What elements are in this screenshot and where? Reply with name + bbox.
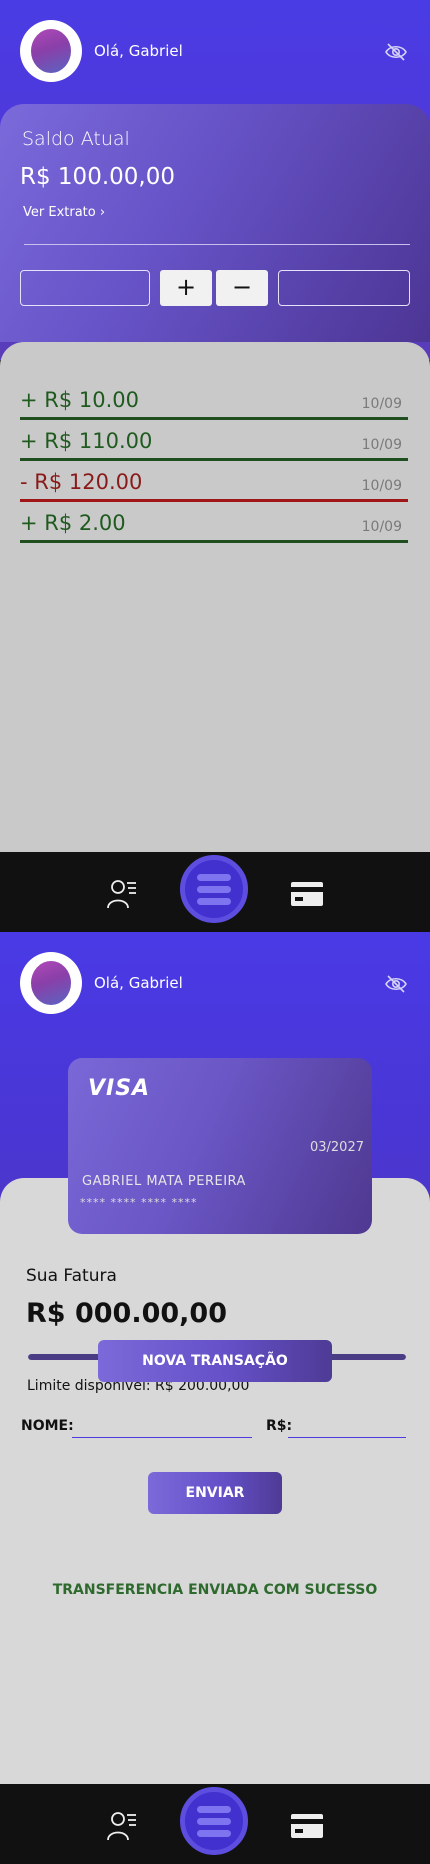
transactions-sheet: + R$ 10.00 10/09 + R$ 110.00 10/09 - R$ … xyxy=(0,342,430,852)
invoice-sheet: Sua Fatura R$ 000.00,00 Limite disponíve… xyxy=(0,1178,430,1784)
list-item[interactable]: + R$ 2.00 10/09 xyxy=(20,507,408,543)
amount-input-left[interactable] xyxy=(20,270,150,306)
credit-card[interactable]: VISA 03/2027 GABRIEL MATA PEREIRA **** *… xyxy=(68,1058,372,1234)
invoice-label: Sua Fatura xyxy=(26,1266,117,1286)
balance-card: Saldo Atual R$ 100.00,00 Ver Extrato › +… xyxy=(0,104,430,342)
home-screen: Olá, Gabriel Saldo Atual R$ 100.00,00 Ve… xyxy=(0,0,430,932)
menu-icon[interactable] xyxy=(180,855,248,923)
card-screen: Olá, Gabriel Sua Fatura R$ 000.00,00 Lim… xyxy=(0,932,430,1864)
add-button[interactable]: + xyxy=(160,270,212,306)
transaction-date: 10/09 xyxy=(361,396,402,412)
user-list-icon[interactable] xyxy=(106,878,138,910)
transaction-amount: + R$ 10.00 xyxy=(20,388,140,412)
credit-card-icon[interactable] xyxy=(290,1812,324,1840)
card-holder-name: GABRIEL MATA PEREIRA xyxy=(82,1174,246,1189)
transaction-date: 10/09 xyxy=(361,437,402,453)
user-list-icon[interactable] xyxy=(106,1810,138,1842)
card-brand: VISA xyxy=(88,1076,151,1101)
balance-value: R$ 100.00,00 xyxy=(20,164,175,190)
list-item[interactable]: + R$ 10.00 10/09 xyxy=(20,384,408,420)
transaction-date: 10/09 xyxy=(361,519,402,535)
card-number: **** **** **** **** xyxy=(80,1196,198,1209)
list-item[interactable]: + R$ 110.00 10/09 xyxy=(20,425,408,461)
name-field[interactable] xyxy=(72,1412,252,1438)
transaction-amount: + R$ 110.00 xyxy=(20,429,153,453)
status-message: TRANSFERENCIA ENVIADA COM SUCESSO xyxy=(52,1582,378,1598)
new-transaction-button[interactable]: NOVA TRANSAÇÃO xyxy=(98,1340,332,1382)
name-label: NOME: xyxy=(21,1418,74,1434)
transaction-date: 10/09 xyxy=(361,478,402,494)
bottom-navbar xyxy=(0,852,430,932)
avatar[interactable] xyxy=(20,20,82,82)
menu-icon[interactable] xyxy=(180,1787,248,1855)
divider xyxy=(24,244,410,245)
greeting-text: Olá, Gabriel xyxy=(94,974,183,992)
card-expiry: 03/2027 xyxy=(309,1140,364,1155)
invoice-value: R$ 000.00,00 xyxy=(26,1298,227,1329)
balance-label: Saldo Atual xyxy=(22,128,130,150)
eye-off-icon[interactable] xyxy=(384,42,408,62)
bottom-navbar xyxy=(0,1784,430,1864)
list-item[interactable]: - R$ 120.00 10/09 xyxy=(20,466,408,502)
credit-card-icon[interactable] xyxy=(290,880,324,908)
transaction-amount: + R$ 2.00 xyxy=(20,511,126,535)
eye-off-icon[interactable] xyxy=(384,974,408,994)
send-button[interactable]: ENVIAR xyxy=(148,1472,282,1514)
amount-field[interactable] xyxy=(288,1412,406,1438)
greeting-text: Olá, Gabriel xyxy=(94,42,183,60)
transaction-amount: - R$ 120.00 xyxy=(20,470,143,494)
avatar[interactable] xyxy=(20,952,82,1014)
statement-link[interactable]: Ver Extrato › xyxy=(23,205,105,220)
amount-input-right[interactable] xyxy=(278,270,410,306)
subtract-button[interactable]: − xyxy=(216,270,268,306)
